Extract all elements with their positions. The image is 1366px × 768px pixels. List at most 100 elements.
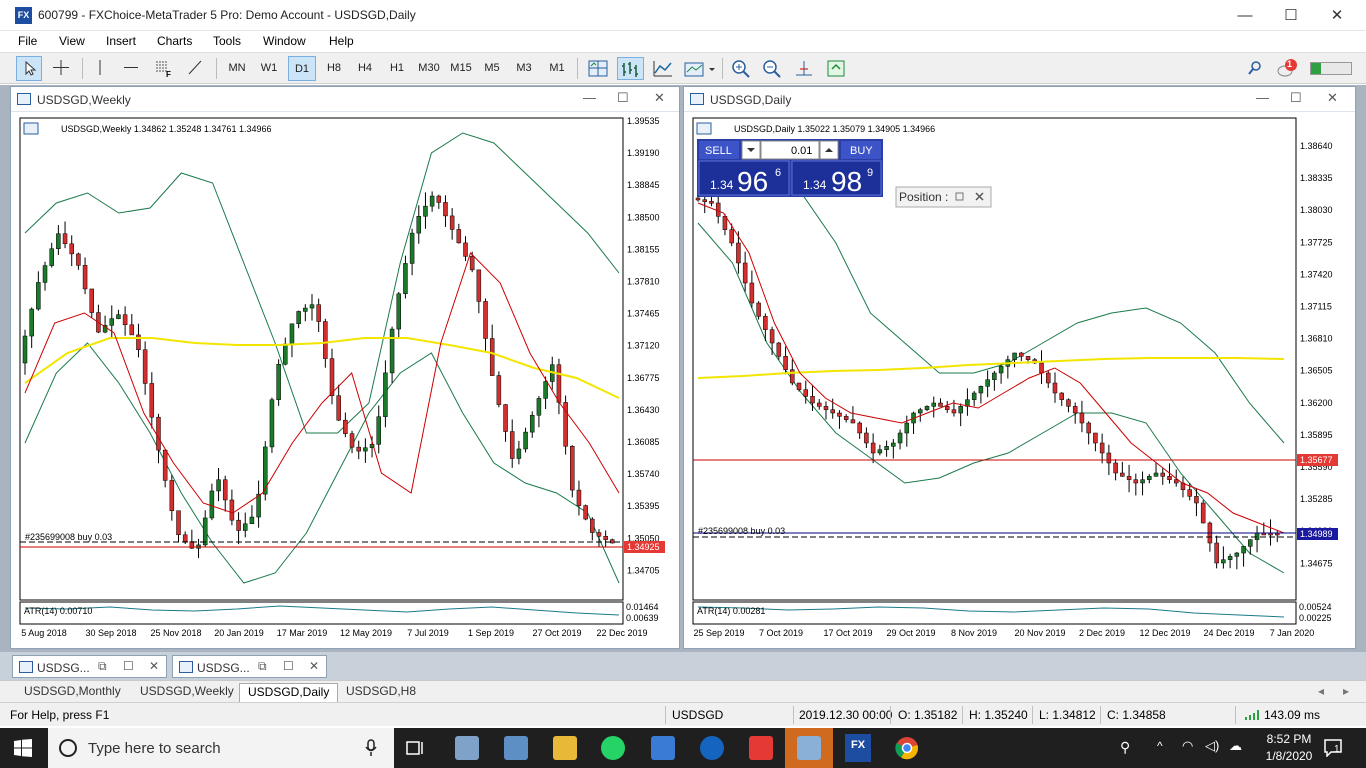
- chart-window-weekly[interactable]: USDSGD,Weekly — ☐ ✕ #235699008 buy 0.03 …: [10, 86, 680, 649]
- timeframe-d1[interactable]: D1: [288, 56, 316, 81]
- chart-minimize-button[interactable]: —: [583, 90, 596, 105]
- microphone-icon[interactable]: [364, 739, 378, 757]
- file-explorer-icon[interactable]: [553, 736, 577, 760]
- tab-scroll-left-icon[interactable]: ◂: [1318, 684, 1324, 698]
- timeframe-mn[interactable]: MN: [224, 56, 250, 81]
- close-icon[interactable]: ✕: [309, 659, 319, 673]
- minimized-chart-window[interactable]: USDSG... ⧉ ☐ ✕: [12, 655, 167, 678]
- timeframe-m15[interactable]: M15: [447, 56, 475, 81]
- tab-usdsgd-daily[interactable]: USDSGD,Daily: [239, 683, 339, 702]
- bar-chart-icon: [622, 62, 638, 77]
- timeframe-m1[interactable]: M1: [544, 56, 570, 81]
- volume-icon[interactable]: ◁): [1205, 738, 1219, 754]
- candle-bearish: [783, 356, 788, 370]
- zoom-in-button[interactable]: [729, 57, 753, 80]
- cursor-tool-button[interactable]: [16, 56, 42, 81]
- restore-icon[interactable]: ⧉: [258, 659, 267, 674]
- taskbar-clock[interactable]: 8:52 PM 1/8/2020: [1262, 732, 1316, 763]
- timeframe-w1[interactable]: W1: [256, 56, 282, 81]
- menu-file[interactable]: File: [18, 34, 37, 48]
- windows-taskbar: Type here to search FX ⚲ ^ ◠ ◁) ☁ 8:52 P…: [0, 728, 1366, 768]
- internet-explorer-icon[interactable]: [700, 736, 724, 760]
- notifications-button[interactable]: 1: [1275, 57, 1303, 80]
- active-app-tile[interactable]: [785, 728, 833, 768]
- chart-tabs: USDSGD,Monthly USDSGD,Weekly USDSGD,Dail…: [0, 680, 1366, 702]
- taskbar-search[interactable]: Type here to search: [48, 728, 394, 768]
- chrome-icon[interactable]: [895, 736, 919, 760]
- timeframe-h4[interactable]: H4: [352, 56, 378, 81]
- indicators-button[interactable]: [683, 57, 717, 80]
- chart-shift-button[interactable]: [792, 57, 816, 80]
- minimize-button[interactable]: —: [1222, 0, 1268, 31]
- whatsapp-icon[interactable]: [601, 736, 625, 760]
- candle-bearish: [1099, 442, 1105, 454]
- candle-bearish: [443, 202, 448, 217]
- line-chart-button[interactable]: [651, 57, 675, 80]
- menu-insert[interactable]: Insert: [106, 34, 136, 48]
- task-view-icon[interactable]: [405, 738, 425, 758]
- chart-maximize-button[interactable]: ☐: [617, 90, 629, 106]
- trendline-button[interactable]: [182, 56, 208, 81]
- candle-bearish: [1126, 476, 1132, 480]
- maximize-icon[interactable]: ☐: [283, 659, 294, 673]
- fxchoice-app-icon[interactable]: FX: [845, 734, 871, 762]
- vertical-line-button[interactable]: [88, 56, 112, 81]
- chart-close-button[interactable]: ✕: [1327, 90, 1338, 106]
- tile-windows-button[interactable]: [586, 57, 610, 80]
- date-tick-label: 25 Nov 2018: [150, 628, 201, 638]
- timeframe-h1[interactable]: H1: [384, 56, 410, 81]
- screen-recorder-icon[interactable]: [749, 736, 773, 760]
- candle-bearish: [356, 446, 361, 452]
- menu-window[interactable]: Window: [263, 34, 306, 48]
- candle-bearish: [790, 369, 795, 384]
- close-icon[interactable]: ✕: [149, 659, 159, 673]
- chart-minimize-button[interactable]: —: [1256, 90, 1269, 105]
- tab-usdsgd-monthly[interactable]: USDSGD,Monthly: [16, 683, 129, 702]
- candle-bearish: [803, 389, 809, 397]
- fibonacci-button[interactable]: F: [150, 56, 176, 81]
- tray-chevron-up-icon[interactable]: ^: [1157, 739, 1163, 753]
- candle-bearish: [476, 269, 482, 302]
- windows-start-icon[interactable]: [14, 739, 32, 757]
- position-mini-panel[interactable]: Position :: [895, 186, 992, 208]
- tab-usdsgd-weekly[interactable]: USDSGD,Weekly: [132, 683, 242, 702]
- timeframe-m30[interactable]: M30: [415, 56, 443, 81]
- onedrive-icon[interactable]: ☁: [1229, 738, 1242, 754]
- zoom-out-button[interactable]: [760, 57, 784, 80]
- restore-icon[interactable]: ⧉: [98, 659, 107, 674]
- daily-chart-canvas[interactable]: #235699008 buy 0.03 USDSGD,Daily 1.35022…: [684, 113, 1355, 649]
- close-button[interactable]: ✕: [1314, 0, 1360, 31]
- menu-tools[interactable]: Tools: [213, 34, 241, 48]
- search-button[interactable]: [1243, 57, 1267, 80]
- chart-close-button[interactable]: ✕: [654, 90, 665, 106]
- timeframe-m5[interactable]: M5: [479, 56, 505, 81]
- menu-charts[interactable]: Charts: [157, 34, 192, 48]
- bar-chart-button[interactable]: [617, 57, 644, 80]
- photos-app-icon[interactable]: [455, 736, 479, 760]
- tab-scroll-right-icon[interactable]: ▸: [1343, 684, 1349, 698]
- minimized-chart-window[interactable]: USDSG... ⧉ ☐ ✕: [172, 655, 327, 678]
- chart-workspace: USDSGD,Weekly — ☐ ✕ #235699008 buy 0.03 …: [0, 85, 1366, 652]
- tab-usdsgd-h8[interactable]: USDSGD,H8: [338, 683, 424, 702]
- status-divider: [1235, 706, 1236, 724]
- auto-scroll-button[interactable]: [824, 57, 848, 80]
- chart-maximize-button[interactable]: ☐: [1290, 90, 1302, 106]
- daily-info-icon: [696, 122, 712, 135]
- timeframe-h8[interactable]: H8: [321, 56, 347, 81]
- weekly-chart-canvas[interactable]: #235699008 buy 0.03 USDSGD,Weekly 1.3486…: [11, 113, 679, 649]
- crosshair-tool-button[interactable]: [48, 56, 74, 81]
- timeframe-m3[interactable]: M3: [511, 56, 537, 81]
- people-icon[interactable]: ⚲: [1120, 739, 1130, 756]
- price-tick-label: 1.37115: [1300, 302, 1332, 312]
- wifi-icon[interactable]: ◠: [1182, 738, 1193, 754]
- menu-view[interactable]: View: [59, 34, 85, 48]
- remote-desktop-icon[interactable]: [651, 736, 675, 760]
- menu-help[interactable]: Help: [329, 34, 354, 48]
- paint-app-icon[interactable]: [504, 736, 528, 760]
- maximize-button[interactable]: ☐: [1268, 0, 1314, 31]
- candle-bearish: [142, 349, 148, 384]
- horizontal-line-button[interactable]: [118, 56, 144, 81]
- maximize-icon[interactable]: ☐: [123, 659, 134, 673]
- chart-window-daily[interactable]: USDSGD,Daily — ☐ ✕ #235699008 buy 0.03 U…: [683, 86, 1356, 649]
- candle-bearish: [702, 199, 707, 202]
